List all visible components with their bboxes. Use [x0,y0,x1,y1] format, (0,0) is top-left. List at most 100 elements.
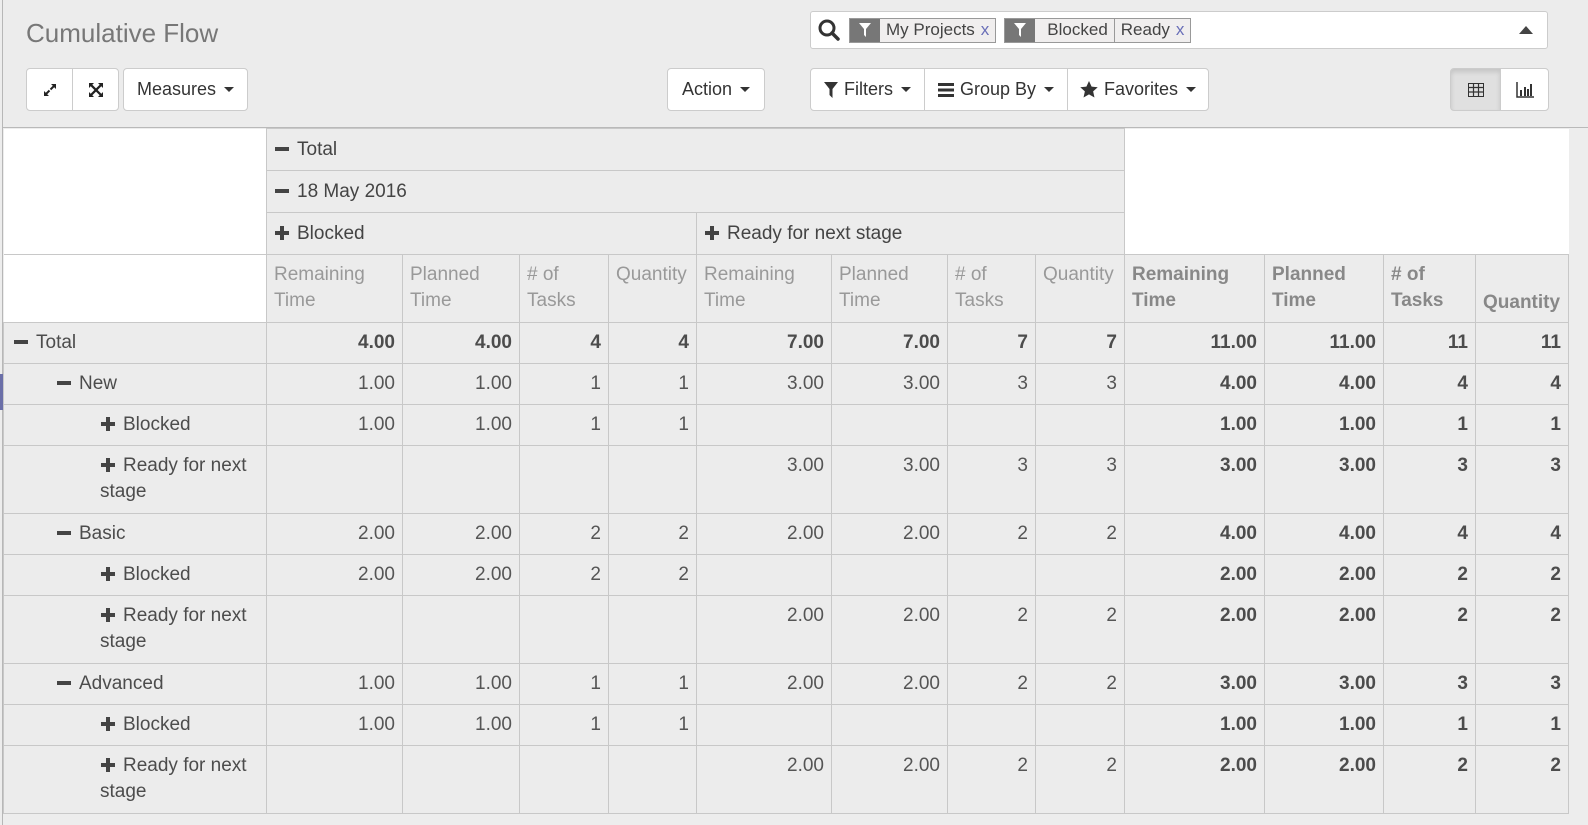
pivot-cell[interactable]: 2 [947,513,1036,555]
col-header-blocked[interactable]: Blocked [266,212,697,255]
pivot-cell[interactable]: 3.00 [1124,445,1265,514]
pivot-cell[interactable]: 7 [1035,322,1125,364]
measure-header[interactable]: Planned Time [1264,254,1384,323]
row-header[interactable]: Ready for next stage [3,745,267,814]
pivot-cell[interactable]: 3.00 [1124,663,1265,705]
measure-header[interactable]: Remaining Time [266,254,403,323]
pivot-cell[interactable]: 2 [1035,513,1125,555]
pivot-cell[interactable]: 1.00 [1124,704,1265,746]
pivot-cell[interactable]: 2.00 [1264,554,1384,596]
pivot-cell[interactable]: 1 [519,404,609,446]
col-header-date[interactable]: 18 May 2016 [266,170,1125,213]
pivot-cell[interactable]: 1 [608,363,697,405]
pivot-cell[interactable]: 3.00 [696,445,832,514]
pivot-cell[interactable] [831,404,948,446]
pivot-cell[interactable]: 3 [1383,663,1476,705]
pivot-cell[interactable] [831,704,948,746]
pivot-cell[interactable]: 11.00 [1124,322,1265,364]
pivot-cell[interactable]: 2.00 [696,595,832,664]
pivot-cell[interactable]: 2 [1035,745,1125,814]
row-header[interactable]: Total [3,322,267,364]
pivot-cell[interactable]: 1.00 [402,663,520,705]
pivot-cell[interactable]: 4.00 [1264,513,1384,555]
pivot-cell[interactable]: 3.00 [696,363,832,405]
row-header[interactable]: Basic [3,513,267,555]
pivot-cell[interactable] [608,445,697,514]
pivot-cell[interactable]: 1.00 [266,404,403,446]
pivot-cell[interactable]: 2 [947,663,1036,705]
facet-remove-button[interactable]: x [1176,19,1191,42]
pivot-cell[interactable]: 1 [608,404,697,446]
row-header[interactable]: Ready for next stage [3,595,267,664]
pivot-cell[interactable]: 2.00 [831,745,948,814]
row-header[interactable]: Ready for next stage [3,445,267,514]
pivot-cell[interactable]: 1.00 [266,363,403,405]
measure-header[interactable]: Planned Time [831,254,948,323]
pivot-cell[interactable]: 2.00 [266,513,403,555]
pivot-cell[interactable] [1035,404,1125,446]
measure-header[interactable]: Quantity [1035,254,1125,323]
pivot-view-button[interactable] [1450,68,1501,111]
pivot-cell[interactable] [696,404,832,446]
pivot-cell[interactable]: 4.00 [1124,363,1265,405]
pivot-cell[interactable]: 2.00 [402,554,520,596]
pivot-cell[interactable] [266,445,403,514]
group-by-button[interactable]: Group By [924,68,1068,111]
pivot-cell[interactable]: 3.00 [831,445,948,514]
search-options-toggle-icon[interactable] [1519,26,1533,34]
pivot-cell[interactable] [402,595,520,664]
pivot-cell[interactable]: 4.00 [266,322,403,364]
pivot-cell[interactable]: 1.00 [1264,704,1384,746]
pivot-cell[interactable]: 7.00 [831,322,948,364]
pivot-cell[interactable] [696,704,832,746]
pivot-cell[interactable]: 2.00 [696,513,832,555]
pivot-cell[interactable]: 4.00 [1264,363,1384,405]
pivot-cell[interactable]: 2 [1383,745,1476,814]
pivot-cell[interactable]: 2.00 [831,513,948,555]
pivot-cell[interactable]: 1.00 [1264,404,1384,446]
pivot-cell[interactable]: 2.00 [266,554,403,596]
pivot-cell[interactable]: 11 [1383,322,1476,364]
pivot-cell[interactable]: 2.00 [402,513,520,555]
pivot-cell[interactable]: 2 [519,513,609,555]
pivot-cell[interactable]: 7 [947,322,1036,364]
pivot-cell[interactable]: 2 [947,745,1036,814]
pivot-cell[interactable]: 3 [947,445,1036,514]
favorites-button[interactable]: Favorites [1067,68,1209,111]
pivot-cell[interactable]: 3 [1035,445,1125,514]
col-header-total[interactable]: Total [266,128,1125,171]
pivot-cell[interactable] [696,554,832,596]
pivot-cell[interactable] [519,595,609,664]
row-header[interactable]: Blocked [3,704,267,746]
measure-header[interactable]: Quantity [1475,254,1569,323]
measure-header[interactable]: Quantity [608,254,697,323]
graph-view-button[interactable] [1500,68,1549,111]
pivot-cell[interactable]: 1 [608,704,697,746]
pivot-cell[interactable]: 2.00 [1124,745,1265,814]
row-header[interactable]: Advanced [3,663,267,705]
pivot-cell[interactable]: 2 [1475,745,1569,814]
pivot-cell[interactable]: 1.00 [402,363,520,405]
row-header[interactable]: New [3,363,267,405]
pivot-cell[interactable] [402,745,520,814]
measure-header[interactable]: Planned Time [402,254,520,323]
row-header[interactable]: Blocked [3,554,267,596]
measure-header[interactable]: # of Tasks [947,254,1036,323]
col-header-ready[interactable]: Ready for next stage [696,212,1125,255]
pivot-cell[interactable] [1035,704,1125,746]
pivot-cell[interactable]: 2.00 [696,663,832,705]
pivot-cell[interactable]: 4 [1475,513,1569,555]
pivot-cell[interactable] [266,595,403,664]
pivot-cell[interactable]: 4.00 [402,322,520,364]
pivot-cell[interactable]: 2 [519,554,609,596]
pivot-cell[interactable]: 4 [1383,513,1476,555]
pivot-cell[interactable]: 1 [1475,404,1569,446]
pivot-cell[interactable]: 11.00 [1264,322,1384,364]
pivot-cell[interactable]: 3 [1383,445,1476,514]
pivot-cell[interactable]: 3.00 [1264,445,1384,514]
pivot-cell[interactable]: 1 [519,704,609,746]
pivot-cell[interactable]: 2 [1035,595,1125,664]
pivot-cell[interactable]: 2.00 [1124,595,1265,664]
pivot-cell[interactable]: 4.00 [1124,513,1265,555]
full-expand-button[interactable] [72,68,119,111]
